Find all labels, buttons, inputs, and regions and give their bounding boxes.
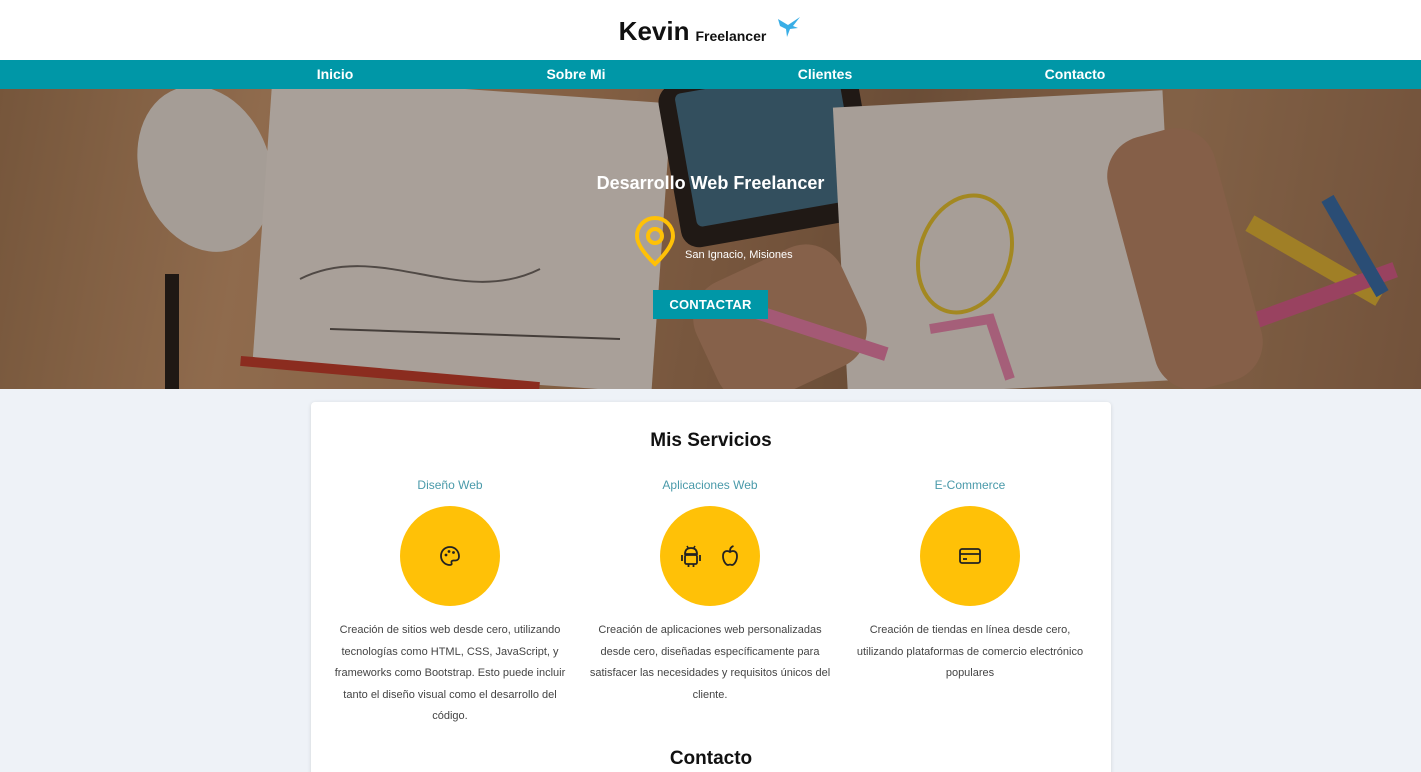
service-aplicaciones-web: Aplicaciones Web Creación de aplicacione… bbox=[585, 478, 835, 706]
brand-name: Kevin bbox=[618, 16, 690, 46]
service-e-commerce: E-Commerce Creación de tiendas en línea … bbox=[845, 478, 1095, 685]
hero-title: Desarrollo Web Freelancer bbox=[596, 173, 825, 193]
credit-card-icon bbox=[959, 548, 981, 564]
brand-subtitle: Freelancer bbox=[695, 28, 767, 44]
contactar-button[interactable]: CONTACTAR bbox=[653, 290, 768, 319]
service-title: Diseño Web bbox=[417, 478, 483, 492]
hero-location: San Ignacio, Misiones bbox=[633, 215, 793, 267]
services-heading: Mis Servicios bbox=[650, 430, 772, 451]
brand-logo[interactable]: Kevin Freelancer bbox=[619, 16, 803, 44]
palette-icon bbox=[440, 546, 460, 566]
hero-banner: Desarrollo Web Freelancer San Ignacio, M… bbox=[0, 89, 1421, 389]
apple-icon bbox=[722, 545, 738, 566]
service-description: Creación de tiendas en línea desde cero,… bbox=[856, 624, 1084, 679]
location-text: San Ignacio, Misiones bbox=[685, 249, 793, 261]
service-title: E-Commerce bbox=[934, 478, 1006, 492]
service-icon-circle bbox=[400, 506, 500, 606]
main-nav: Inicio Sobre Mi Clientes Contacto bbox=[0, 60, 1421, 89]
nav-item-contacto[interactable]: Contacto bbox=[1045, 60, 1106, 89]
hummingbird-icon bbox=[778, 17, 801, 37]
site-header: Kevin Freelancer bbox=[0, 0, 1421, 60]
service-description: Creación de sitios web desde cero, utili… bbox=[334, 624, 566, 722]
nav-item-clientes[interactable]: Clientes bbox=[798, 60, 852, 89]
nav-item-sobre-mi[interactable]: Sobre Mi bbox=[546, 60, 605, 89]
map-pin-icon bbox=[634, 215, 676, 267]
services-card: Mis Servicios Diseño Web Creación de sit… bbox=[311, 402, 1111, 772]
service-icon-circle bbox=[920, 506, 1020, 606]
contact-heading: Contacto bbox=[669, 748, 753, 769]
service-icon-circle bbox=[660, 506, 760, 606]
nav-item-inicio[interactable]: Inicio bbox=[317, 60, 354, 89]
service-title: Aplicaciones Web bbox=[662, 478, 758, 492]
service-diseno-web: Diseño Web Creación de sitios web desde … bbox=[325, 478, 575, 728]
service-description: Creación de aplicaciones web personaliza… bbox=[589, 624, 831, 701]
android-icon bbox=[681, 545, 701, 567]
